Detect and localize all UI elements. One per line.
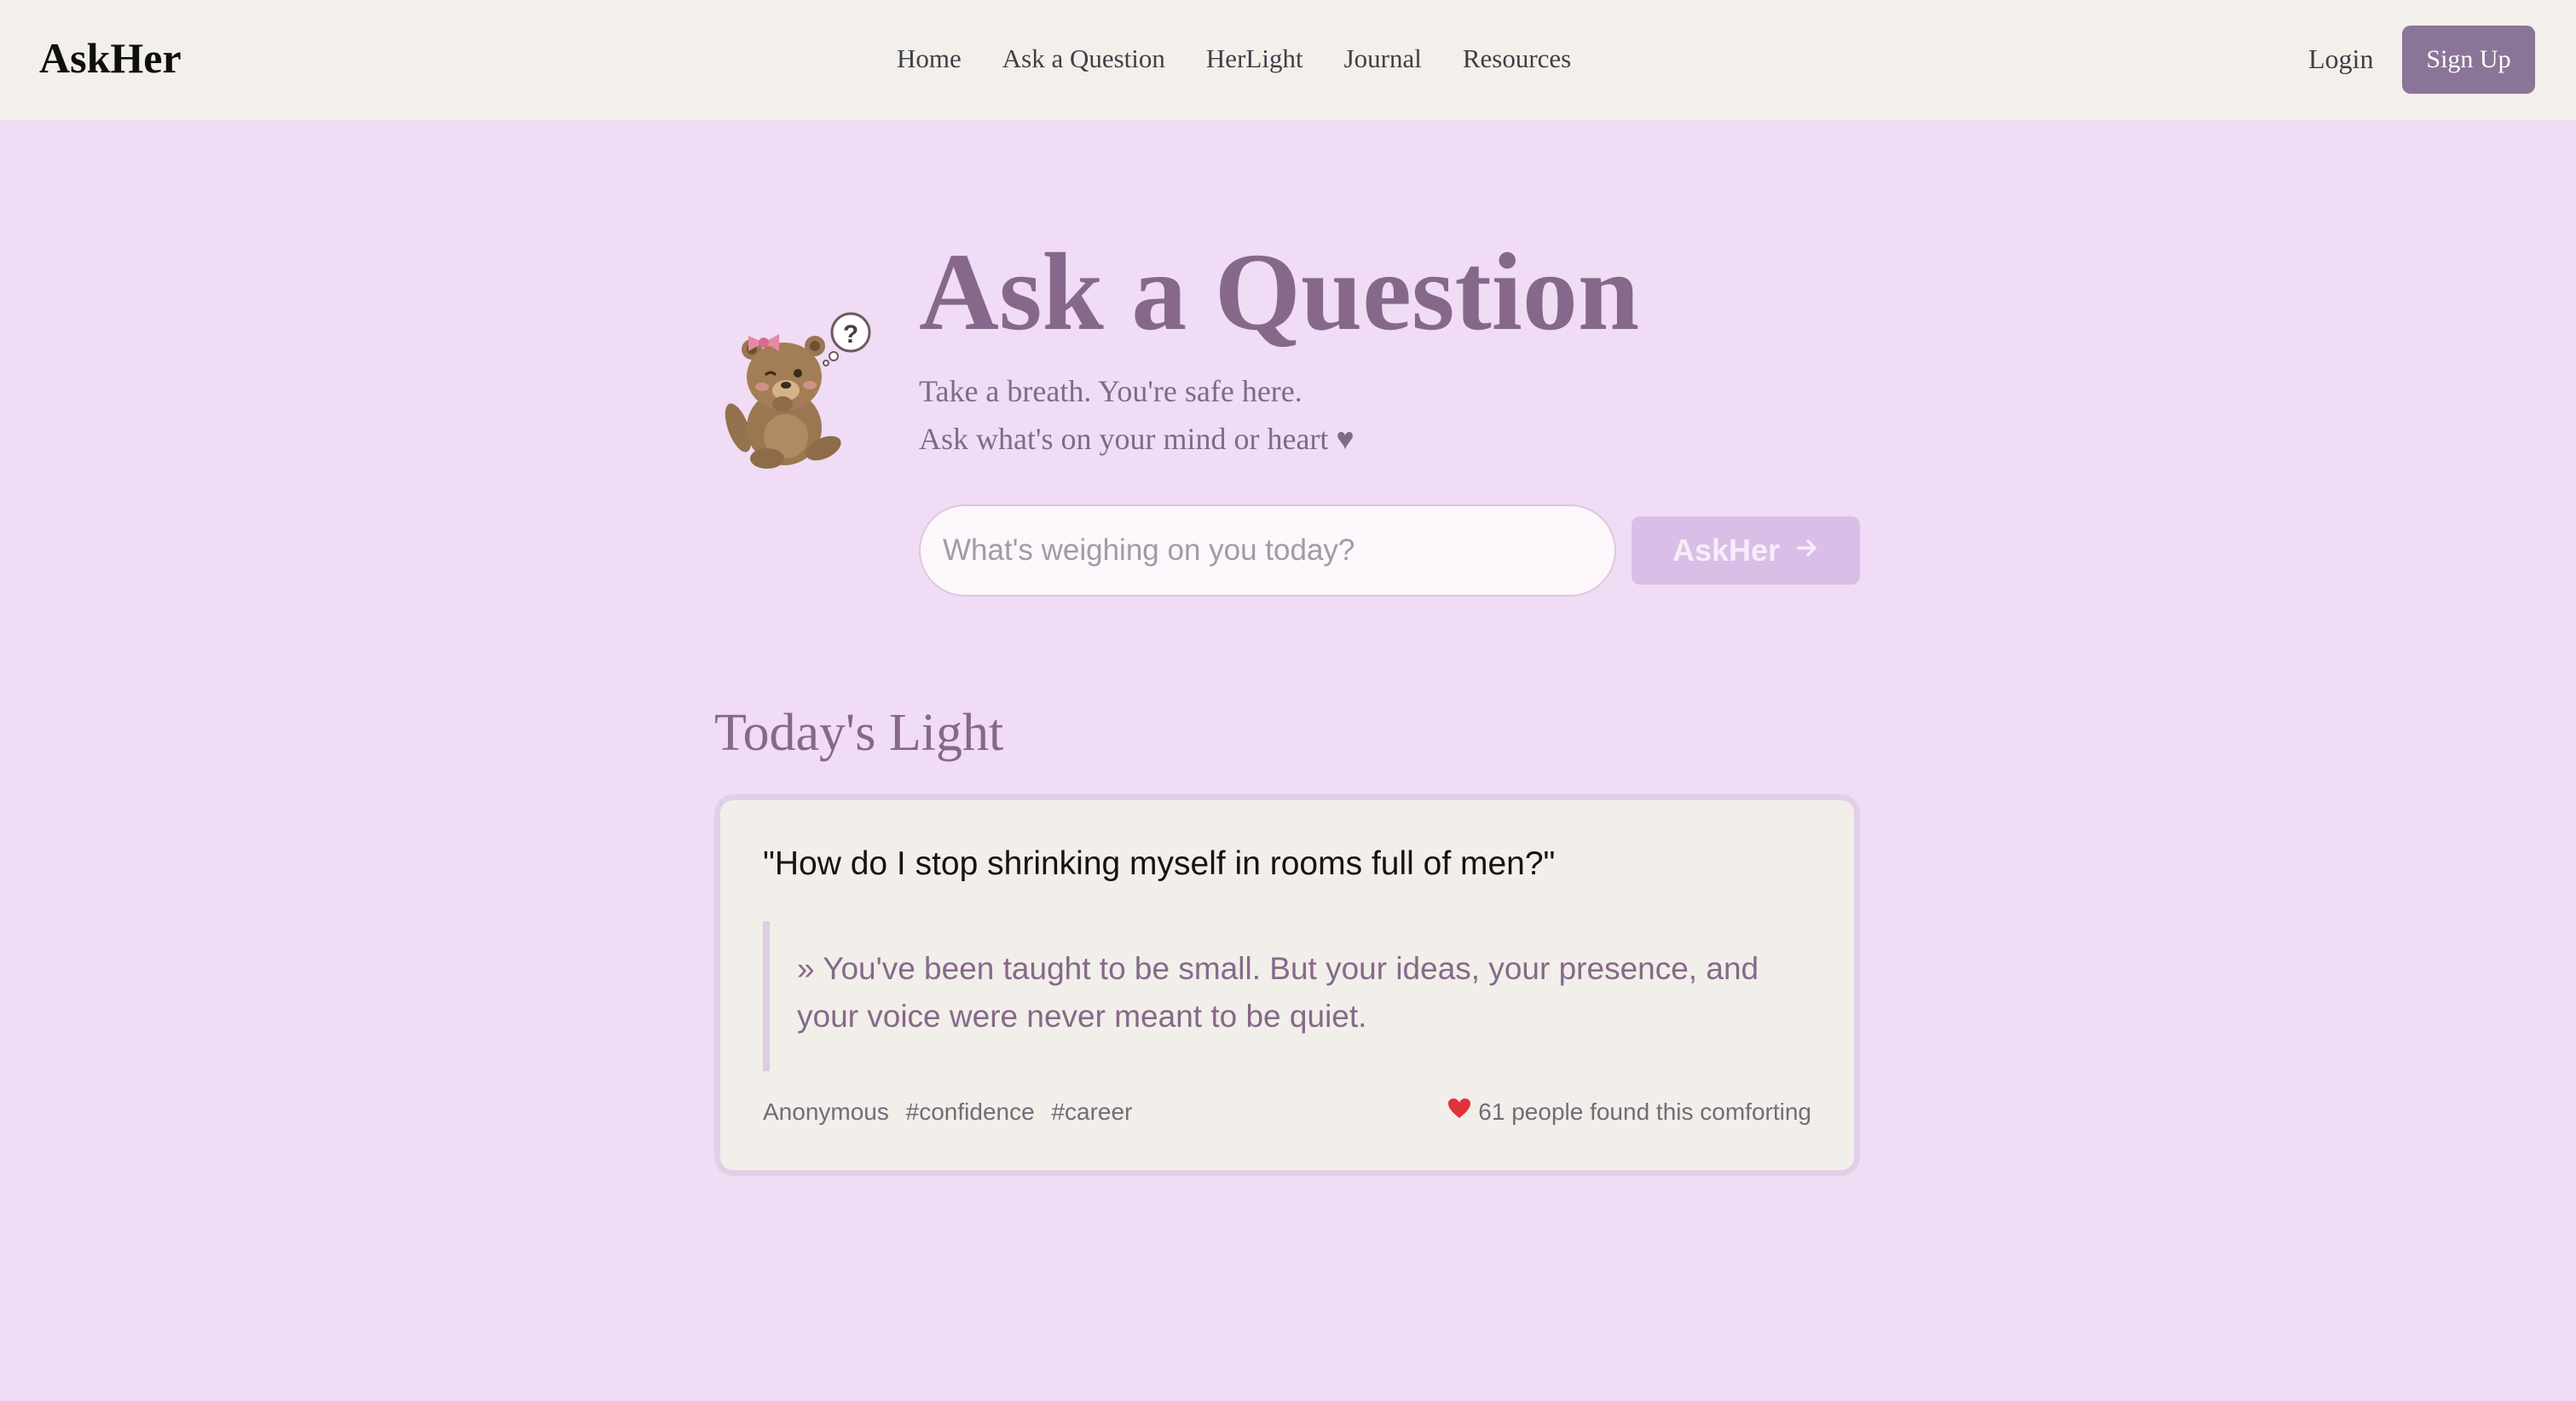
signup-button[interactable]: Sign Up xyxy=(2402,26,2535,94)
tag-confidence[interactable]: #confidence xyxy=(906,1098,1035,1125)
main-nav: Home Ask a Question HerLight Journal Res… xyxy=(897,37,1571,80)
nav-item-journal[interactable]: Journal xyxy=(1344,37,1422,80)
hero-subtitle-line-2: Ask what's on your mind or heart ♥ xyxy=(919,422,1354,456)
hero-subtitle-line-1: Take a breath. You're safe here. xyxy=(919,374,1302,408)
tag-career[interactable]: #career xyxy=(1051,1098,1132,1125)
comfort-count[interactable]: 61 people found this comforting xyxy=(1447,1095,1811,1129)
heart-icon xyxy=(1447,1095,1471,1129)
section-title-todays-light: Today's Light xyxy=(714,704,1004,762)
page-title: Ask a Question xyxy=(919,231,1640,354)
comfort-count-text: 61 people found this comforting xyxy=(1478,1098,1811,1125)
todays-light-card: "How do I stop shrinking myself in rooms… xyxy=(714,794,1860,1176)
thinking-bear-icon: ? xyxy=(723,308,876,470)
askher-button-label: AskHer xyxy=(1672,533,1781,568)
card-meta: Anonymous #confidence #career xyxy=(763,1095,1142,1129)
site-logo[interactable]: AskHer xyxy=(39,31,182,85)
author-label: Anonymous xyxy=(763,1098,889,1125)
featured-answer: » You've been taught to be small. But yo… xyxy=(797,951,1759,1034)
quote-divider xyxy=(763,921,770,1071)
svg-text:?: ? xyxy=(843,320,858,349)
nav-item-resources[interactable]: Resources xyxy=(1463,37,1571,80)
question-input[interactable] xyxy=(919,504,1616,597)
top-header: AskHer Home Ask a Question HerLight Jour… xyxy=(0,0,2576,121)
nav-item-home[interactable]: Home xyxy=(897,37,962,80)
nav-item-herlight[interactable]: HerLight xyxy=(1206,37,1303,80)
askher-button[interactable]: AskHer xyxy=(1632,516,1860,585)
login-link[interactable]: Login xyxy=(2308,37,2373,80)
arrow-right-icon xyxy=(1795,535,1819,567)
nav-item-ask-a-question[interactable]: Ask a Question xyxy=(1002,37,1165,80)
featured-question: "How do I stop shrinking myself in rooms… xyxy=(763,845,1556,882)
